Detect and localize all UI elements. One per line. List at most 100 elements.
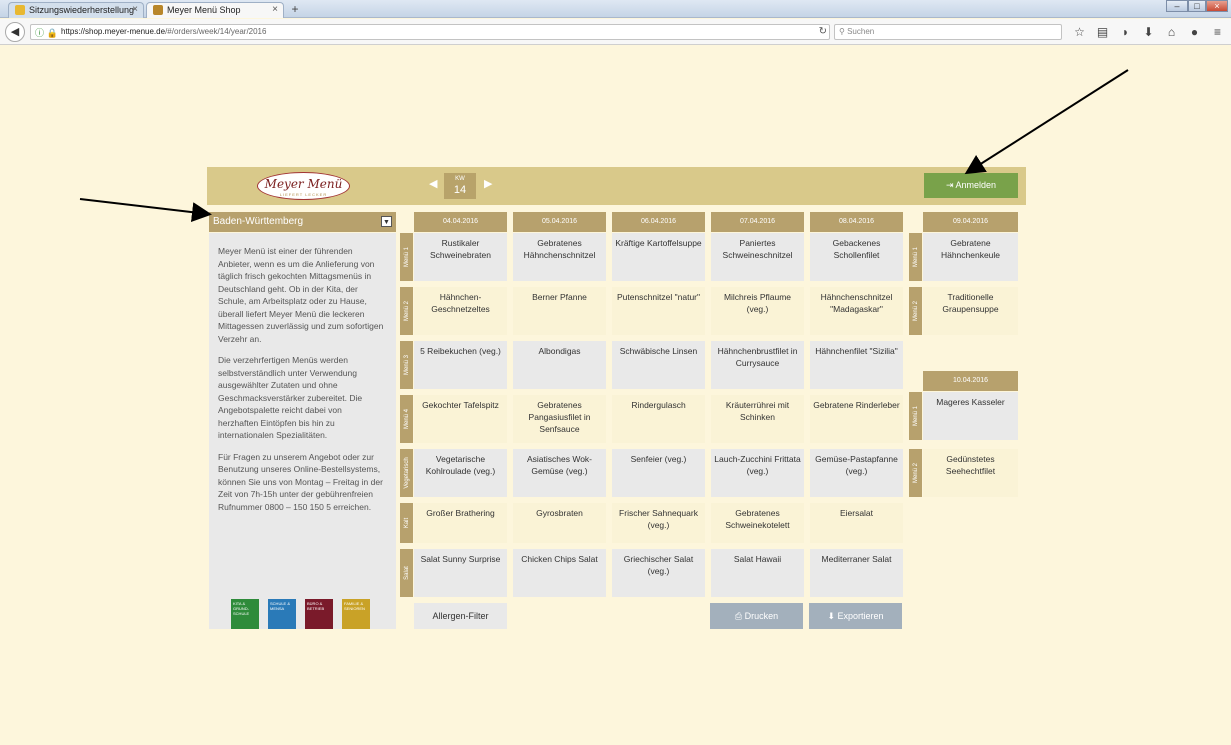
day-header: 08.04.2016 [810,212,903,232]
menu-item-cell[interactable]: Gemüse-Pastapfanne (veg.) [810,449,903,497]
menu-item-cell[interactable]: Gebratene Rinderleber [810,395,903,443]
export-button[interactable]: ⬇ Exportieren [809,603,902,629]
row-label-text: Menü 2 [403,300,410,322]
close-window-button[interactable]: × [1206,0,1228,12]
menu-item-cell[interactable]: Albondigas [513,341,606,389]
badge-kita[interactable]: KITA & GRUND-SCHULE [231,599,259,629]
url-path: /#/orders/week/14/year/2016 [165,27,267,36]
badge-buero[interactable]: BÜRO & BETRIEB [305,599,333,629]
print-icon: ⎙ [734,611,745,621]
row-label: Vegetarisch [400,449,413,497]
row-label: Menü 2 [909,449,922,497]
download-icon[interactable]: ⬇ [1137,23,1160,41]
menu-item-cell[interactable]: Gedünstetes Seehechtfilet [923,449,1018,497]
url-text: https://shop.meyer-menue.de/#/orders/wee… [61,27,266,36]
arrow-to-region [79,198,212,223]
row-label: Menü 2 [400,287,413,335]
badge-schule[interactable]: SCHULE & MENSA [268,599,296,629]
menu-item-cell[interactable]: Berner Pfanne [513,287,606,335]
url-bar[interactable]: ⓘ 🔒 https://shop.meyer-menue.de/#/orders… [30,24,830,40]
day-header: 09.04.2016 [923,212,1018,232]
menu-item-cell[interactable]: Putenschnitzel "natur" [612,287,705,335]
back-button[interactable]: ◀ [5,22,25,42]
kw-number: 14 [453,184,467,196]
menu-item-cell[interactable]: Schwäbische Linsen [612,341,705,389]
menu-item-cell[interactable]: Gebratenes Hähnchenschnitzel [513,233,606,281]
maximize-button[interactable]: □ [1188,0,1206,12]
menu-item-cell[interactable]: Rustikaler Schweinebraten [414,233,507,281]
menu-item-cell[interactable]: Eiersalat [810,503,903,543]
menu-item-cell[interactable]: Hähnchenbrustfilet in Currysauce [711,341,804,389]
previous-week-icon[interactable]: ◀ [429,177,437,190]
day-header: 06.04.2016 [612,212,705,232]
region-select[interactable]: Baden-Württemberg ▼ [209,212,396,232]
row-label: Menü 1 [909,392,922,440]
reload-icon[interactable]: ↻ [819,26,827,37]
menu-item-cell[interactable]: Asiatisches Wok-Gemüse (veg.) [513,449,606,497]
pocket-icon[interactable]: ◗ [1114,23,1137,41]
menu-icon[interactable]: ≡ [1206,23,1229,41]
menu-item-cell[interactable]: Mediterraner Salat [810,549,903,597]
login-button[interactable]: ⇥ Anmelden [924,173,1018,198]
menu-item-cell[interactable]: Chicken Chips Salat [513,549,606,597]
row-label-text: Menü 2 [912,300,919,322]
tab-meyer-menu-shop[interactable]: Meyer Menü Shop × [146,2,284,18]
menu-item-cell[interactable]: Hähnchenfilet "Sizilia" [810,341,903,389]
row-label-text: Kalt [403,517,410,529]
url-host: https://shop.meyer-menue.de [61,27,166,36]
tab-title: Sitzungswiederherstellung [29,5,135,15]
export-label: Exportieren [837,611,884,621]
menu-item-cell[interactable]: Senfeier (veg.) [612,449,705,497]
site-favicon-icon [153,5,163,15]
region-selected: Baden-Württemberg [213,216,304,227]
search-input[interactable]: ⚲ Suchen [834,24,1062,40]
logo-subtext: LIEFERT LECKER [279,192,328,197]
menu-item-cell[interactable]: Hähnchen-Geschnetzeltes [414,287,507,335]
menu-item-cell[interactable]: Traditionelle Graupensuppe [923,287,1018,335]
day-header: 04.04.2016 [414,212,507,232]
menu-item-cell[interactable]: Gebratenes Pangasiusfilet in Senfsauce [513,395,606,443]
menu-item-cell[interactable]: Griechischer Salat (veg.) [612,549,705,597]
allergen-filter-button[interactable]: Allergen-Filter [414,603,507,629]
menu-item-cell[interactable]: Salat Sunny Surprise [414,549,507,597]
menu-item-cell[interactable]: Mageres Kasseler [923,392,1018,440]
menu-item-cell[interactable]: Rindergulasch [612,395,705,443]
menu-item-cell[interactable]: Kräftige Kartoffelsuppe [612,233,705,281]
menu-item-cell[interactable]: 5 Reibekuchen (veg.) [414,341,507,389]
logo-text: Meyer Menü [264,177,343,191]
menu-item-cell[interactable]: Vegetarische Kohlroulade (veg.) [414,449,507,497]
tab-session-restore[interactable]: Sitzungswiederherstellung × [8,2,144,18]
day-header: 07.04.2016 [711,212,804,232]
arrow-to-login [964,69,1129,175]
print-button[interactable]: ⎙ Drucken [710,603,803,629]
minimize-button[interactable]: – [1166,0,1188,12]
chat-icon[interactable]: ● [1183,23,1206,41]
new-tab-button[interactable]: + [287,3,303,17]
menu-item-cell[interactable]: Gekochter Tafelspitz [414,395,507,443]
reading-list-icon[interactable]: ▤ [1091,23,1114,41]
badge-familie[interactable]: FAMILIE & SENIOREN [342,599,370,629]
search-placeholder: Suchen [847,27,875,36]
menu-item-cell[interactable]: Milchreis Pflaume (veg.) [711,287,804,335]
menu-item-cell[interactable]: Großer Brathering [414,503,507,543]
menu-item-cell[interactable]: Gebratene Hähnchenkeule [923,233,1018,281]
menu-item-cell[interactable]: Hähnchenschnitzel "Madagaskar" [810,287,903,335]
menu-item-cell[interactable]: Gebackenes Schollenfilet [810,233,903,281]
kw-label: KW [455,176,465,182]
star-icon[interactable]: ☆ [1068,23,1091,41]
menu-item-cell[interactable]: Gebratenes Schweinekotelett [711,503,804,543]
next-week-icon[interactable]: ▶ [484,177,492,190]
menu-item-cell[interactable]: Salat Hawaii [711,549,804,597]
close-tab-icon[interactable]: × [272,3,278,17]
menu-item-cell[interactable]: Lauch-Zucchini Frittata (veg.) [711,449,804,497]
menu-item-cell[interactable]: Kräuterrührei mit Schinken [711,395,804,443]
menu-item-cell[interactable]: Gyrosbraten [513,503,606,543]
menu-item-cell[interactable]: Paniertes Schweineschnitzel [711,233,804,281]
browser-tab-bar: Sitzungswiederherstellung × Meyer Menü S… [0,0,1231,18]
close-tab-icon[interactable]: × [132,3,138,17]
row-label: Menü 3 [400,341,413,389]
menu-item-cell[interactable]: Frischer Sahnequark (veg.) [612,503,705,543]
meyer-menu-logo[interactable]: Meyer Menü LIEFERT LECKER [257,172,350,200]
home-icon[interactable]: ⌂ [1160,23,1183,41]
sidebar-paragraph: Für Fragen zu unserem Angebot oder zur B… [218,451,383,512]
